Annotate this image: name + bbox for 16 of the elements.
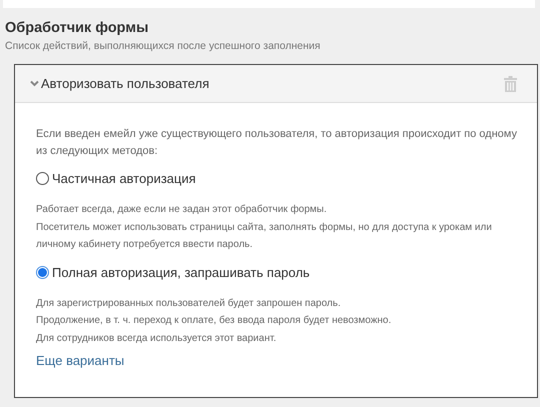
option-description: Посетитель может использовать страницы сайта, заполнять формы, но для доступа к урокам или личному кабинету потребуется ввести пароль. (36, 220, 493, 252)
more-options-link[interactable]: Еще варианты (36, 353, 124, 368)
handler-title: Авторизовать пользователя (41, 76, 210, 91)
radio-button[interactable] (36, 172, 49, 185)
option-label[interactable]: Частичная авторизация (52, 171, 196, 186)
option-description: Для зарегистрированных пользователей будет запрошен пароль. (36, 296, 342, 310)
option-description: Работает всегда, даже если не задан этот обработчик формы. (36, 203, 328, 217)
card-header[interactable]: Авторизовать пользователя (15, 65, 537, 103)
section-title: Обработчик формы (5, 19, 150, 37)
option-description: Для сотрудников всегда используется этот вариант. (36, 332, 278, 346)
chevron-icon[interactable] (30, 80, 39, 87)
option-description: Продолжение, в т. ч. переход к оплате, без ввода пароля будет невозможно. (36, 314, 392, 328)
section-subtitle: Список действий, выполняющихся после успешного заполнения (5, 39, 322, 53)
option-label[interactable]: Полная авторизация, запрашивать пароль (52, 264, 310, 280)
radio-button[interactable] (36, 266, 49, 278)
intro-text: Если введен емейл уже существующего пользователя, то авторизация происходит по одному из следующих методов: (36, 127, 517, 159)
